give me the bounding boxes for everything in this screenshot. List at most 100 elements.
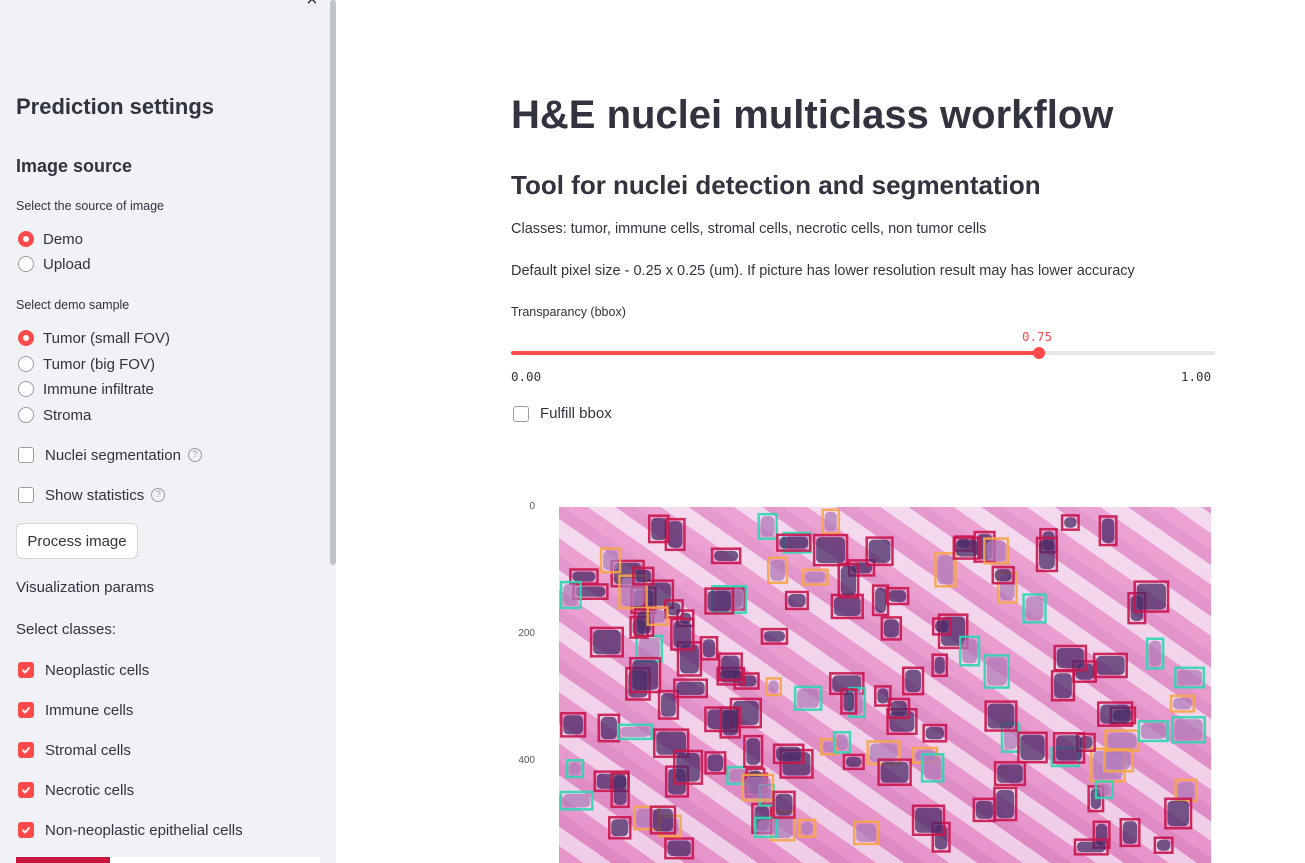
radio-tumor-small[interactable]: Tumor (small FOV) [18, 327, 170, 349]
checkbox-label: Immune cells [45, 701, 134, 719]
nucleus [1020, 734, 1045, 761]
nucleus [1167, 800, 1190, 827]
sidebar-scrollbar[interactable] [330, 0, 336, 565]
class-checkbox-neoplastic[interactable]: Neoplastic cells [18, 659, 149, 681]
slider-value: 0.75 [1022, 329, 1053, 344]
class-checkbox-immune[interactable]: Immune cells [18, 699, 133, 721]
nucleus [1064, 517, 1077, 528]
slider-label: Transparancy (bbox) [511, 305, 626, 319]
checkbox-icon[interactable] [18, 487, 34, 503]
checkbox-checked-icon[interactable] [18, 702, 34, 718]
nucleus [1156, 839, 1171, 851]
page-subtitle: Tool for nuclei detection and segmentati… [511, 170, 1041, 200]
nucleus [987, 703, 1015, 729]
nucleus [563, 715, 584, 735]
nucleus [986, 657, 1007, 686]
nucleus [937, 555, 954, 585]
nucleus [1177, 669, 1202, 686]
demo-label: Select demo sample [16, 298, 130, 312]
nucleus [744, 776, 771, 799]
checkbox-icon[interactable] [513, 405, 529, 422]
nucleus [996, 789, 1015, 819]
nucleus [757, 819, 776, 835]
nucleus [1039, 539, 1055, 569]
nucleus [955, 539, 978, 557]
nucleus [620, 726, 650, 737]
checkbox-label: Fulfill bbox [540, 405, 612, 422]
slider-fill [511, 351, 1039, 355]
checkbox-label: Non-neoplastic epithelial cells [45, 821, 243, 839]
nucleus [676, 753, 700, 782]
nucleus [986, 540, 1006, 562]
checkbox-icon[interactable] [18, 447, 34, 463]
nucleus [746, 738, 761, 765]
nucleus [824, 511, 837, 532]
nucleus [845, 756, 862, 767]
help-icon[interactable]: ? [187, 448, 202, 462]
nucleus [875, 587, 887, 613]
nucleus [934, 656, 945, 674]
show-statistics-checkbox[interactable]: Show statistics ? [18, 484, 166, 506]
radio-tumor-big[interactable]: Tumor (big FOV) [18, 353, 155, 375]
checkbox-label: Stromal cells [45, 741, 131, 759]
radio-upload[interactable]: Upload [18, 253, 91, 275]
radio-demo[interactable]: Demo [18, 228, 83, 250]
nucleus [652, 808, 673, 832]
checkbox-checked-icon[interactable] [18, 662, 34, 678]
checkbox-checked-icon[interactable] [18, 782, 34, 798]
close-icon[interactable]: × [302, 0, 322, 10]
checkbox-checked-icon[interactable] [18, 822, 34, 838]
nucleus [905, 669, 922, 693]
nucleus [600, 716, 617, 740]
radio-immune-infiltrate[interactable]: Immune infiltrate [18, 378, 154, 400]
radio-selected-icon[interactable] [18, 231, 34, 247]
nucleus [997, 764, 1023, 783]
nucleus [1025, 596, 1044, 621]
process-image-button[interactable]: Process image [16, 523, 138, 559]
nucleus [632, 660, 659, 690]
class-checkbox-stromal[interactable]: Stromal cells [18, 739, 131, 761]
nucleus [1174, 719, 1203, 741]
slider-thumb[interactable] [1033, 347, 1045, 359]
tissue-image[interactable] [559, 507, 1211, 863]
color-picker-field[interactable] [110, 857, 320, 863]
radio-unselected-icon[interactable] [18, 356, 34, 372]
help-icon[interactable]: ? [151, 488, 166, 502]
nucleus [637, 611, 652, 634]
nucleus [593, 629, 621, 655]
nucleus [1056, 647, 1084, 669]
nucleus [1096, 655, 1125, 675]
nucleus [843, 691, 855, 712]
fulfill-bbox-checkbox[interactable]: Fulfill bbox [513, 405, 612, 422]
nucleus [760, 516, 775, 537]
nucleus [924, 756, 942, 780]
nucleus [888, 590, 907, 602]
radio-selected-icon[interactable] [18, 330, 34, 346]
sidebar: × Prediction settings Image source Selec… [0, 0, 336, 863]
nucleus [635, 569, 652, 583]
nucleus [1177, 781, 1195, 799]
nuclei-segmentation-checkbox[interactable]: Nuclei segmentation ? [18, 444, 202, 466]
nucleus [856, 823, 876, 842]
nucleus [788, 593, 806, 607]
nucleus [707, 754, 724, 772]
radio-unselected-icon[interactable] [18, 407, 34, 423]
class-checkbox-necrotic[interactable]: Necrotic cells [18, 779, 134, 801]
checkbox-checked-icon[interactable] [18, 742, 34, 758]
nucleus [768, 680, 779, 694]
class-checkbox-non-neoplastic[interactable]: Non-neoplastic epithelial cells [18, 819, 243, 841]
color-picker-swatch[interactable] [16, 857, 110, 863]
radio-unselected-icon[interactable] [18, 381, 34, 397]
nucleus [563, 584, 579, 606]
nucleus [962, 638, 978, 664]
slider-track[interactable] [511, 351, 1215, 355]
radio-label: Upload [43, 255, 91, 273]
page-title: H&E nuclei multiclass workflow [511, 93, 1114, 137]
radio-stroma[interactable]: Stroma [18, 404, 91, 426]
detection-boxes [559, 508, 1207, 860]
radio-unselected-icon[interactable] [18, 256, 34, 272]
y-tick-label: 200 [518, 628, 535, 639]
slider-max: 1.00 [1181, 369, 1212, 384]
nucleus [667, 521, 683, 548]
nucleus [572, 571, 596, 582]
